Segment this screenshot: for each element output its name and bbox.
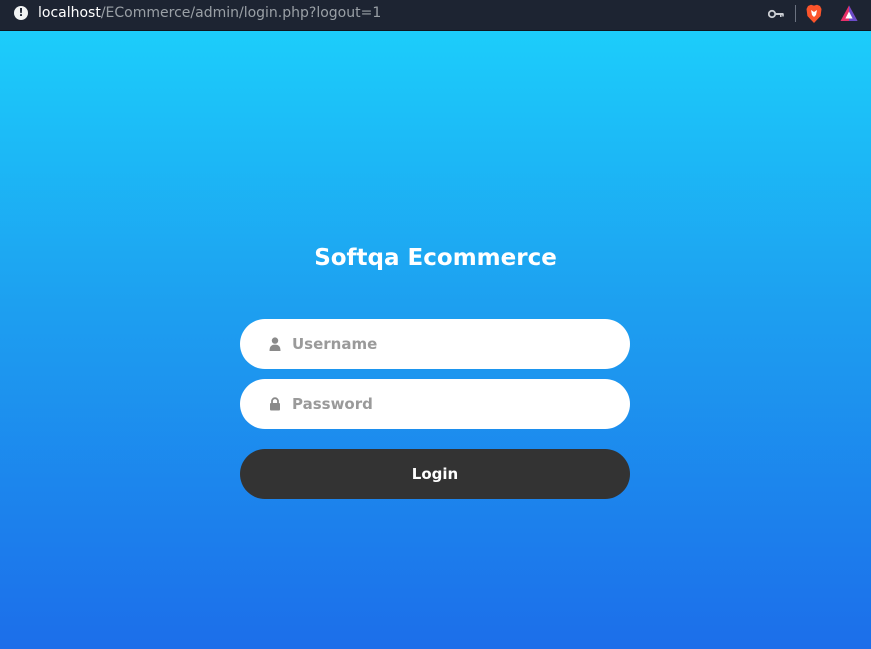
url-path: /ECommerce/admin/login.php?logout=1	[100, 5, 382, 21]
brave-shield-icon[interactable]	[805, 4, 823, 24]
lock-icon	[270, 397, 280, 411]
site-info-icon[interactable]: !	[14, 6, 28, 20]
user-icon	[269, 337, 281, 351]
page-title: Softqa Ecommerce	[314, 245, 557, 271]
browser-toolbar: ! localhost/ECommerce/admin/login.php?lo…	[0, 0, 871, 31]
key-icon[interactable]	[768, 8, 784, 20]
login-page: Softqa Ecommerce Login	[0, 31, 871, 649]
username-input[interactable]	[292, 319, 612, 369]
password-input[interactable]	[292, 379, 612, 429]
address-bar[interactable]: localhost/ECommerce/admin/login.php?logo…	[38, 5, 381, 22]
login-button[interactable]: Login	[240, 449, 630, 499]
brave-rewards-icon[interactable]	[840, 5, 858, 22]
password-field[interactable]	[240, 379, 630, 429]
username-field[interactable]	[240, 319, 630, 369]
toolbar-divider	[795, 5, 796, 22]
url-host: localhost	[38, 5, 101, 21]
